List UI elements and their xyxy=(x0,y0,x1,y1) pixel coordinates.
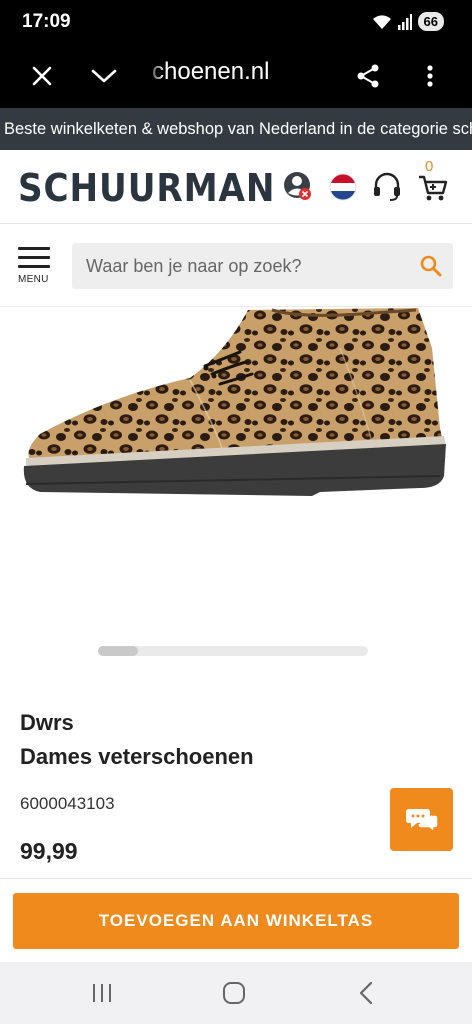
search-icon[interactable] xyxy=(419,254,443,278)
search-row: MENU xyxy=(0,225,472,307)
back-icon[interactable] xyxy=(352,980,380,1006)
android-nav-bar xyxy=(0,962,472,1024)
flag-nl-icon[interactable] xyxy=(326,170,360,204)
add-to-cart-button[interactable]: TOEVOEGEN AAN WINKELTAS xyxy=(13,893,459,949)
menu-button[interactable]: MENU xyxy=(18,247,50,285)
status-bar: 17:09 66 xyxy=(0,0,472,44)
url-fade xyxy=(146,54,164,98)
product-brand: Dwrs xyxy=(20,710,74,735)
product-image[interactable] xyxy=(0,308,472,668)
product-gallery[interactable] xyxy=(0,308,472,668)
account-icon[interactable] xyxy=(282,170,316,204)
product-price: 99,99 xyxy=(20,838,78,864)
gallery-scroll-track[interactable] xyxy=(98,646,368,656)
recents-icon[interactable] xyxy=(88,980,116,1006)
url-text[interactable]: choenen.nl xyxy=(152,58,269,86)
battery-icon: 66 xyxy=(417,12,444,31)
usp-ticker: Beste winkelketen & webshop van Nederlan… xyxy=(0,108,472,150)
status-time: 17:09 xyxy=(22,11,71,32)
search-box[interactable] xyxy=(72,243,453,289)
chevron-down-icon[interactable] xyxy=(84,56,124,96)
add-to-cart-bar: TOEVOEGEN AAN WINKELTAS xyxy=(0,878,472,962)
signal-icon xyxy=(397,13,412,30)
gallery-scroll-thumb[interactable] xyxy=(98,646,138,656)
schuurman-logo[interactable]: SCHUURMAN xyxy=(18,166,275,210)
headset-icon[interactable] xyxy=(370,170,404,204)
product-name: Dames veterschoenen xyxy=(20,744,254,769)
hamburger-icon xyxy=(18,247,50,250)
product-sku: 6000043103 xyxy=(20,794,115,813)
wifi-icon xyxy=(372,14,391,29)
menu-label: MENU xyxy=(18,274,49,285)
site-header: SCHUURMAN 0 xyxy=(0,150,472,224)
close-icon[interactable] xyxy=(22,56,62,96)
home-icon[interactable] xyxy=(220,980,248,1006)
search-input[interactable] xyxy=(72,243,402,289)
cart-icon[interactable] xyxy=(416,170,450,204)
chat-button[interactable] xyxy=(390,788,453,851)
share-icon[interactable] xyxy=(348,56,388,96)
hamburger-bar xyxy=(18,256,50,259)
status-icons: 66 xyxy=(372,12,444,31)
hamburger-bar xyxy=(18,265,50,268)
more-vert-icon[interactable] xyxy=(410,56,450,96)
chat-icon xyxy=(405,808,439,834)
browser-toolbar: choenen.nl xyxy=(0,44,472,108)
